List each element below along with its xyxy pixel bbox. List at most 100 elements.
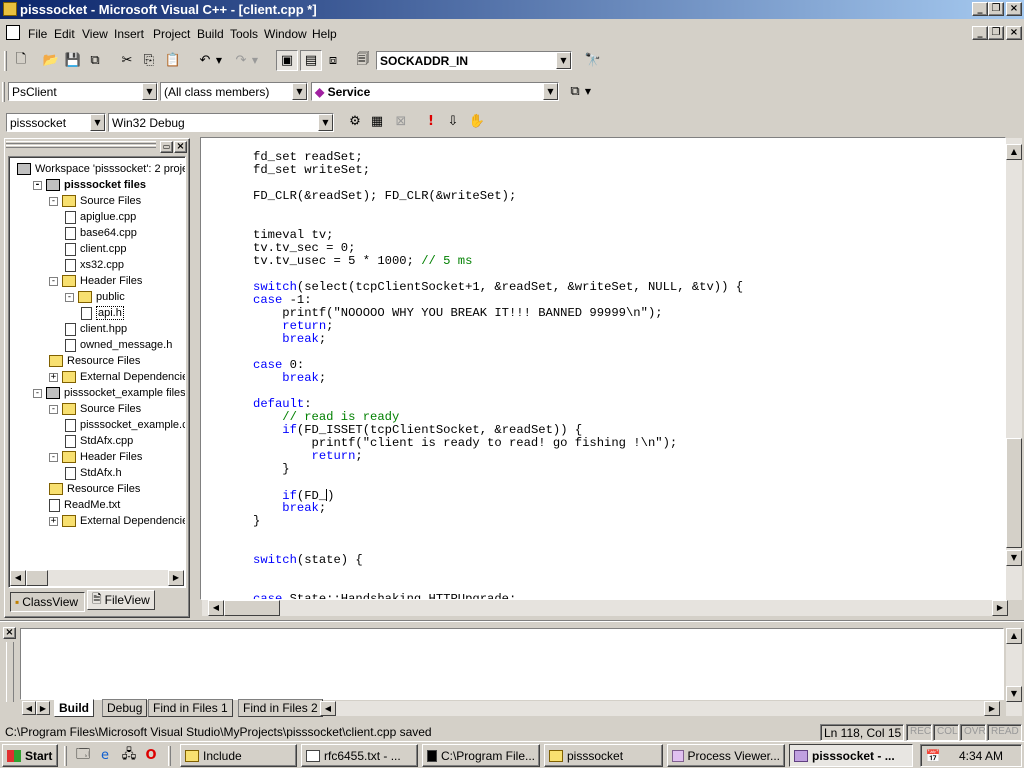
class-combo[interactable]: PsClient ▼ xyxy=(8,82,158,101)
editor-hscrollbar[interactable]: ◀ ▶ xyxy=(202,600,1008,616)
code-line[interactable]: break; xyxy=(253,372,743,385)
minimize-button[interactable]: _ xyxy=(972,2,988,16)
tree-node[interactable]: - Header Files xyxy=(49,273,142,289)
panel-grip[interactable] xyxy=(6,141,156,151)
panel-restore-button[interactable]: ▭ xyxy=(160,141,173,153)
save-icon[interactable]: 💾 xyxy=(62,50,84,71)
scroll-left-icon[interactable]: ◀ xyxy=(208,600,224,616)
collapse-icon[interactable]: - xyxy=(33,388,42,398)
tree-node[interactable]: apiglue.cpp xyxy=(65,209,136,225)
tree-node[interactable]: - public xyxy=(65,289,125,305)
tab-debug[interactable]: Debug xyxy=(102,699,148,717)
scroll-thumb[interactable] xyxy=(1006,438,1022,548)
undo-icon[interactable]: ↶ xyxy=(194,50,216,71)
redo-dropdown-icon[interactable]: ▼ xyxy=(250,50,260,71)
menu-project[interactable]: Project xyxy=(153,27,190,41)
wizard-dropdown-icon[interactable]: ▼ xyxy=(582,81,594,102)
chevron-down-icon[interactable]: ▼ xyxy=(318,114,333,131)
new-text-file-icon[interactable]: 🗋 xyxy=(10,50,32,71)
find-combo[interactable]: SOCKADDR_IN ▼ xyxy=(376,51,572,70)
scroll-right-icon[interactable]: ▶ xyxy=(168,570,184,586)
scroll-down-icon[interactable]: ▼ xyxy=(1006,550,1022,566)
collapse-icon[interactable]: - xyxy=(49,196,58,206)
menu-tools[interactable]: Tools xyxy=(230,27,258,41)
config-combo[interactable]: Win32 Debug ▼ xyxy=(108,113,334,132)
toolbar-grip[interactable] xyxy=(2,82,5,102)
tab-find-in-files-1[interactable]: Find in Files 1 xyxy=(148,699,233,717)
code-line[interactable]: break; xyxy=(253,502,743,515)
code-line[interactable] xyxy=(253,346,743,359)
output-hscrollbar[interactable]: ◀ ▶ xyxy=(320,701,1000,716)
tree-node[interactable]: Workspace 'pisssocket': 2 projects xyxy=(17,161,185,177)
scroll-up-icon[interactable]: ▲ xyxy=(1006,628,1022,644)
scroll-up-icon[interactable]: ▲ xyxy=(1006,144,1022,160)
doc-close-button[interactable]: × xyxy=(1006,26,1022,40)
editor-vscrollbar[interactable]: ▲ ▼ xyxy=(1006,138,1022,600)
stop-build-icon[interactable]: ⊠ xyxy=(390,111,412,132)
find-in-files-icon[interactable]: 🗐 xyxy=(352,50,374,71)
scroll-right-icon[interactable]: ▶ xyxy=(992,600,1008,616)
tab-fileview[interactable]: 🗎 FileView xyxy=(87,590,155,610)
code-line[interactable]: } xyxy=(253,463,743,476)
tree-node[interactable]: + External Dependencies xyxy=(49,513,185,529)
taskbar-grip[interactable] xyxy=(168,746,171,766)
paste-icon[interactable]: 📋 xyxy=(162,50,184,71)
clock[interactable]: 4:34 AM xyxy=(959,749,1003,763)
cut-icon[interactable]: ✂ xyxy=(116,50,138,71)
collapse-icon[interactable]: - xyxy=(65,292,74,302)
tab-next-icon[interactable]: ▶ xyxy=(36,701,50,715)
menu-build[interactable]: Build xyxy=(197,27,224,41)
code-line[interactable] xyxy=(253,385,743,398)
menu-window[interactable]: Window xyxy=(264,27,307,41)
project-combo[interactable]: pisssocket ▼ xyxy=(6,113,106,132)
task-pisssocket-folder[interactable]: pisssocket xyxy=(544,744,663,767)
scroll-left-icon[interactable]: ◀ xyxy=(10,570,26,586)
find-icon[interactable]: 🔭 xyxy=(582,50,604,71)
code-line[interactable]: tv.tv_usec = 5 * 1000; // 5 ms xyxy=(253,255,743,268)
title-bar[interactable]: pisssocket - Microsoft Visual C++ - [cli… xyxy=(0,0,1024,19)
tree-node[interactable]: - Header Files xyxy=(49,449,142,465)
copy-icon[interactable]: ⎘ xyxy=(138,50,160,71)
code-line[interactable]: return; xyxy=(253,320,743,333)
toolbar-grip[interactable] xyxy=(4,51,7,71)
tree-node[interactable]: ReadMe.txt xyxy=(49,497,120,513)
scroll-left-icon[interactable]: ◀ xyxy=(320,701,336,716)
maximize-button[interactable]: ❐ xyxy=(988,2,1004,16)
tree-node[interactable]: Resource Files xyxy=(49,481,140,497)
scroll-down-icon[interactable]: ▼ xyxy=(1006,686,1022,702)
tree-node[interactable]: base64.cpp xyxy=(65,225,137,241)
quicklaunch-grip[interactable] xyxy=(64,746,67,766)
tree-node[interactable]: + External Dependencies xyxy=(49,369,185,385)
save-all-icon[interactable]: ⧉ xyxy=(84,50,106,71)
code-line[interactable]: case State::Handshaking_HTTPUpgrade: xyxy=(253,593,743,600)
tree-node[interactable]: - Source Files xyxy=(49,401,141,417)
chevron-down-icon[interactable]: ▼ xyxy=(543,83,558,100)
output-toggle-icon[interactable]: ▤ xyxy=(300,50,322,71)
expand-icon[interactable]: + xyxy=(49,516,58,526)
scroll-right-icon[interactable]: ▶ xyxy=(984,701,1000,716)
task-pisssocket-msvc[interactable]: pisssocket - ... xyxy=(789,744,913,767)
collapse-icon[interactable]: - xyxy=(49,404,58,414)
collapse-icon[interactable]: - xyxy=(49,276,58,286)
show-desktop-icon[interactable]: 🗔 xyxy=(72,745,94,766)
menu-file[interactable]: File xyxy=(28,27,47,41)
code-line[interactable]: case 0: xyxy=(253,359,743,372)
panel-grip[interactable] xyxy=(6,642,14,702)
chevron-down-icon[interactable]: ▼ xyxy=(90,114,105,131)
start-button[interactable]: Start xyxy=(2,744,58,767)
function-combo[interactable]: ◆ Service ▼ xyxy=(311,82,559,101)
compile-icon[interactable]: ⚙ xyxy=(344,111,366,132)
task-program-files[interactable]: C:\Program File... xyxy=(422,744,540,767)
undo-dropdown-icon[interactable]: ▼ xyxy=(214,50,224,71)
tree-node[interactable]: pisssocket_example.cpp xyxy=(65,417,185,433)
tree-node[interactable]: - pisssocket files xyxy=(33,177,146,193)
code-line[interactable] xyxy=(253,476,743,489)
expand-icon[interactable]: + xyxy=(49,372,58,382)
code-line[interactable] xyxy=(253,528,743,541)
code-line[interactable]: if(FD_) xyxy=(253,489,743,503)
calendar-icon[interactable]: 📅 xyxy=(925,748,941,764)
chevron-down-icon[interactable]: ▼ xyxy=(292,83,307,100)
code-line[interactable]: FD_CLR(&readSet); FD_CLR(&writeSet); xyxy=(253,190,743,203)
panel-close-button[interactable]: × xyxy=(174,141,187,153)
opera-icon[interactable]: O xyxy=(140,745,162,766)
